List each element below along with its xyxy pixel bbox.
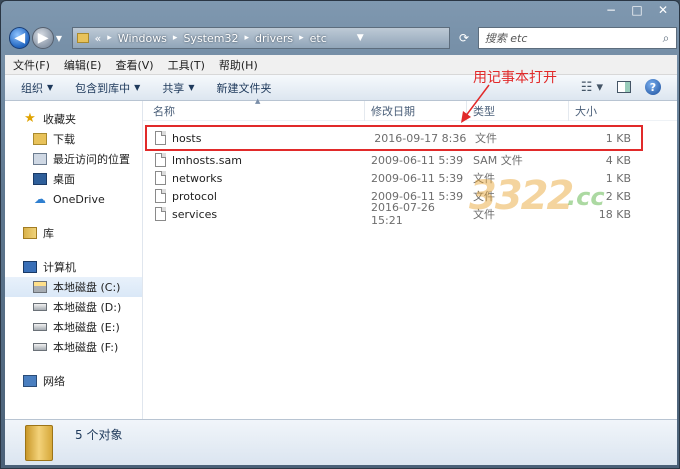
window-controls: − □ ✕ xyxy=(603,3,671,17)
back-button[interactable]: ◀ xyxy=(9,27,31,49)
address-bar[interactable]: « ▸ Windows ▸ System32 ▸ drivers ▸ etc ▼ xyxy=(71,27,451,49)
include-in-library-button[interactable]: 包含到库中 ▼ xyxy=(75,80,140,96)
nav-network[interactable]: 网络 xyxy=(5,371,142,391)
refresh-icon: ⟳ xyxy=(459,31,470,45)
forward-button[interactable]: ▶ xyxy=(32,27,54,49)
menu-help[interactable]: 帮助(H) xyxy=(219,57,258,73)
nav-computer[interactable]: 计算机 xyxy=(5,257,142,277)
drive-icon xyxy=(33,303,47,311)
organize-button[interactable]: 组织 ▼ xyxy=(21,80,53,96)
file-icon xyxy=(155,207,166,221)
explorer-window: − □ ✕ ◀ ▶ ▼ « ▸ Windows ▸ System32 ▸ driver… xyxy=(0,0,680,469)
system-drive-icon xyxy=(33,281,47,293)
menu-file[interactable]: 文件(F) xyxy=(13,57,50,73)
maximize-button[interactable]: □ xyxy=(629,3,645,17)
cloud-icon: ☁ xyxy=(34,192,46,206)
network-icon xyxy=(23,375,37,387)
nav-onedrive[interactable]: ☁ OneDrive xyxy=(5,189,142,209)
address-row: ◀ ▶ ▼ « ▸ Windows ▸ System32 ▸ drivers ▸ etc… xyxy=(5,23,678,53)
view-controls: ☷ ▾ ? xyxy=(581,79,661,95)
drive-icon xyxy=(33,323,47,331)
file-icon xyxy=(155,131,166,145)
annotation-arrow-icon xyxy=(461,84,490,123)
column-header-date[interactable]: 修改日期 xyxy=(365,100,467,121)
new-folder-button[interactable]: 新建文件夹 xyxy=(216,80,271,96)
drive-icon xyxy=(33,343,47,351)
file-icon xyxy=(155,171,166,185)
share-button[interactable]: 共享 ▼ xyxy=(162,80,194,96)
breadcrumb-prefix[interactable]: « xyxy=(95,32,102,45)
recent-places-icon xyxy=(33,153,47,165)
breadcrumb-separator-icon: ▸ xyxy=(172,33,178,43)
arrow-right-icon: ▶ xyxy=(37,30,49,46)
file-row-hosts[interactable]: hosts 2016-09-17 8:36 文件 1 KB xyxy=(145,125,643,151)
status-item-count: 5 个对象 xyxy=(75,428,123,442)
nav-desktop[interactable]: 桌面 xyxy=(5,169,142,189)
help-icon[interactable]: ? xyxy=(645,79,661,95)
breadcrumb-separator-icon: ▸ xyxy=(299,33,304,43)
chevron-down-icon: ▼ xyxy=(47,83,54,92)
view-options-icon[interactable]: ☷ ▾ xyxy=(581,80,603,95)
nav-drive-e[interactable]: 本地磁盘 (E:) xyxy=(5,317,142,337)
folder-icon xyxy=(25,424,53,461)
folder-icon xyxy=(76,33,89,43)
chevron-down-icon: ▼ xyxy=(134,83,141,92)
nav-libraries[interactable]: 库 xyxy=(5,223,142,243)
menu-bar: 文件(F) 编辑(E) 查看(V) 工具(T) 帮助(H) xyxy=(5,55,677,75)
file-icon xyxy=(155,153,166,167)
breadcrumb-etc[interactable]: ▸ etc xyxy=(293,32,327,45)
nav-drive-d[interactable]: 本地磁盘 (D:) xyxy=(5,297,142,317)
desktop-icon xyxy=(33,173,47,185)
minimize-button[interactable]: − xyxy=(603,3,619,17)
breadcrumb-windows[interactable]: ▸ Windows xyxy=(101,32,167,45)
computer-icon xyxy=(23,261,37,273)
search-input[interactable]: 搜索 etc xyxy=(485,30,528,46)
arrow-left-icon: ◀ xyxy=(14,30,26,46)
nav-drive-c[interactable]: 本地磁盘 (C:) xyxy=(5,277,142,297)
file-list: ▲ 名称 修改日期 类型 大小 用记事本打开 hosts 2016-09-17 … xyxy=(143,70,677,419)
navigation-pane: ★ 收藏夹 下载 最近访问的位置 桌面 ☁ OneDrive 库 计算机 本地磁盘 … xyxy=(5,101,143,419)
search-box[interactable]: 搜索 etc ⌕ xyxy=(477,27,678,49)
menu-edit[interactable]: 编辑(E) xyxy=(64,57,102,73)
nav-recent-places[interactable]: 最近访问的位置 xyxy=(5,149,142,169)
menu-tools[interactable]: 工具(T) xyxy=(168,57,205,73)
star-icon: ★ xyxy=(24,111,36,126)
nav-drive-f[interactable]: 本地磁盘 (F:) xyxy=(5,337,142,357)
column-header-name[interactable]: ▲ 名称 xyxy=(143,97,365,121)
column-header-size[interactable]: 大小 xyxy=(569,101,639,121)
history-dropdown[interactable]: ▼ xyxy=(56,34,66,43)
column-headers: ▲ 名称 修改日期 类型 大小 xyxy=(143,97,677,121)
menu-view[interactable]: 查看(V) xyxy=(115,57,153,73)
nav-downloads[interactable]: 下载 xyxy=(5,129,142,149)
breadcrumb-drivers[interactable]: ▸ drivers xyxy=(238,32,293,45)
chevron-down-icon: ▼ xyxy=(55,33,62,43)
command-bar: 组织 ▼ 包含到库中 ▼ 共享 ▼ 新建文件夹 ☷ ▾ ? xyxy=(5,75,677,101)
file-row-lmhosts[interactable]: lmhosts.sam 2009-06-11 5:39 SAM 文件 4 KB xyxy=(143,151,677,169)
chevron-down-icon: ▼ xyxy=(188,83,195,92)
close-button[interactable]: ✕ xyxy=(655,3,671,17)
refresh-button[interactable]: ⟳ xyxy=(454,27,473,49)
breadcrumb-separator-icon: ▸ xyxy=(244,33,250,43)
status-bar: 5 个对象 xyxy=(5,419,677,465)
nav-favorites[interactable]: ★ 收藏夹 xyxy=(5,109,142,129)
main-area: ★ 收藏夹 下载 最近访问的位置 桌面 ☁ OneDrive 库 计算机 本地磁盘 … xyxy=(5,70,677,419)
sort-ascending-icon: ▲ xyxy=(255,96,261,105)
download-folder-icon xyxy=(33,133,47,145)
file-icon xyxy=(155,189,166,203)
preview-pane-icon[interactable] xyxy=(617,81,631,93)
library-icon xyxy=(23,227,37,239)
search-icon[interactable]: ⌕ xyxy=(656,31,676,46)
watermark-sub: .cc xyxy=(567,183,605,211)
address-dropdown-icon[interactable]: ▼ xyxy=(357,33,364,43)
breadcrumb-separator-icon: ▸ xyxy=(107,33,112,43)
watermark: 3322 xyxy=(469,173,574,219)
breadcrumb-system32[interactable]: ▸ System32 xyxy=(167,32,239,45)
